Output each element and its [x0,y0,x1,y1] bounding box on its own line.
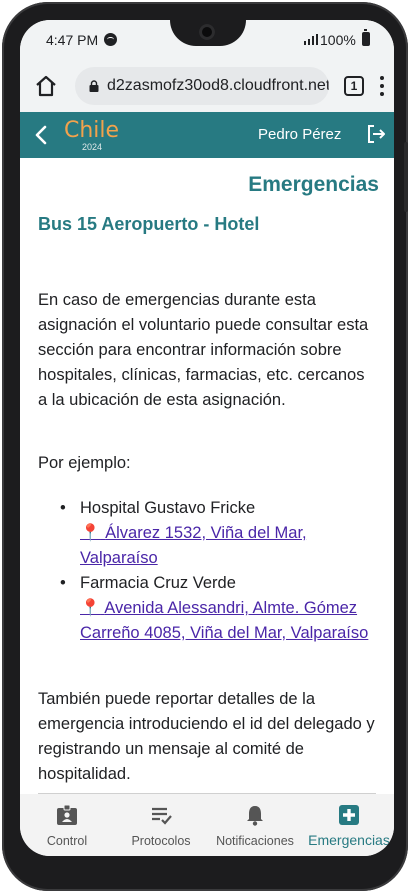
place-name: Hospital Gustavo Fricke [80,499,256,517]
address-bar[interactable]: d2zasmofz30od8.cloudfront.net [75,67,329,105]
front-camera [199,24,215,40]
list-item: Hospital Gustavo Fricke 📍 Álvarez 1532, … [38,496,378,571]
browser-toolbar: d2zasmofz30od8.cloudfront.net 1 [20,60,394,112]
badge-icon [57,804,77,825]
battery-percentage: 100% [320,32,356,48]
user-name: Pedro Pérez [258,126,342,143]
tabs-icon[interactable]: 1 [344,76,364,96]
phone-frame: 4:47 PM 100% d2zasmofz30od8.cloudfront.n… [2,2,408,891]
main-content: Emergencias Bus 15 Aeropuerto - Hotel En… [20,158,394,794]
lock-icon [89,80,99,92]
spotify-icon [104,33,117,46]
map-pin-icon: 📍 [80,524,101,542]
screen: 4:47 PM 100% d2zasmofz30od8.cloudfront.n… [20,20,394,856]
nav-item-emergencias[interactable]: Emergencias [302,794,394,856]
example-label: Por ejemplo: [38,454,131,472]
outro-paragraph: También puede reportar detalles de la em… [38,690,375,783]
nav-label: Emergencias [308,832,390,848]
assignment-title: Bus 15 Aeropuerto - Hotel [38,214,260,234]
nav-item-protocolos[interactable]: Protocolos [114,794,208,856]
nav-label: Notificaciones [216,834,294,848]
nav-item-control[interactable]: Control [20,794,114,856]
list-item: Farmacia Cruz Verde 📍 Avenida Alessandri… [38,571,378,646]
bottom-nav: Control Protocolos Notificaciones Emerge… [20,794,394,856]
nav-item-notificaciones[interactable]: Notificaciones [208,794,302,856]
app-logo: Chile [64,118,120,143]
places-list: Hospital Gustavo Fricke 📍 Álvarez 1532, … [38,496,378,646]
bell-icon [247,806,263,826]
url-text: d2zasmofz30od8.cloudfront.net [107,77,329,94]
app-header: Chile 2024 Pedro Pérez [20,112,394,158]
home-icon[interactable] [34,74,58,98]
logout-icon[interactable] [366,124,386,144]
more-menu-icon[interactable] [380,76,384,96]
intro-paragraph: En caso de emergencias durante esta asig… [38,291,369,409]
nav-label: Control [46,834,88,848]
place-address-link[interactable]: 📍 Avenida Alessandri, Almte. Gómez Carre… [80,599,368,642]
app-logo-year: 2024 [82,142,103,152]
map-pin-icon: 📍 [80,599,101,617]
nav-label: Protocolos [131,834,191,848]
page-title: Emergencias [248,173,379,196]
signal-icon [304,34,318,45]
back-arrow-icon[interactable] [34,125,50,145]
place-address-link[interactable]: 📍 Álvarez 1532, Viña del Mar, Valparaíso [80,524,307,567]
status-time: 4:47 PM [46,32,99,48]
battery-icon [362,29,370,46]
side-button [404,142,408,212]
status-bar: 4:47 PM 100% [20,20,394,60]
place-name: Farmacia Cruz Verde [80,574,236,592]
checklist-icon [152,807,172,825]
medical-cross-icon [339,805,359,825]
